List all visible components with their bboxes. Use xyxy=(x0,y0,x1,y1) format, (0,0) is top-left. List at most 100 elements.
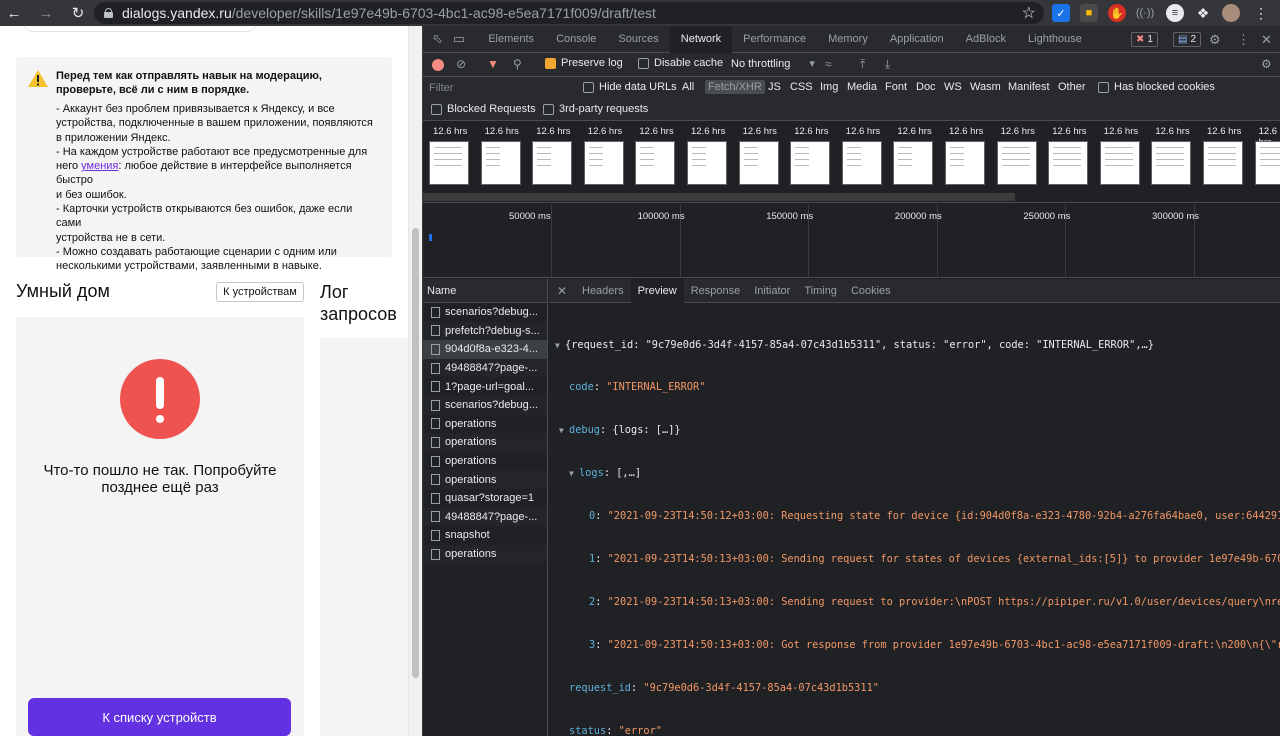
request-row[interactable]: 1?page-url=goal... xyxy=(423,377,547,396)
filmstrip-scrollbar[interactable] xyxy=(423,193,1015,201)
filter-all[interactable]: All xyxy=(682,81,694,93)
request-row[interactable]: operations xyxy=(423,415,547,434)
request-row[interactable]: operations xyxy=(423,544,547,564)
network-settings-gear-icon[interactable]: ⚙ xyxy=(1261,57,1272,71)
name-column-header[interactable]: Name xyxy=(423,279,547,303)
request-row[interactable]: scenarios?debug... xyxy=(423,303,547,322)
hide-data-urls-checkbox[interactable]: Hide data URLs xyxy=(583,81,677,93)
throttling-select[interactable]: No throttling ▾ xyxy=(731,57,815,71)
filmstrip-screenshot[interactable] xyxy=(1151,141,1192,185)
reload-icon[interactable]: ↻ xyxy=(64,0,92,26)
filter-ws[interactable]: WS xyxy=(944,81,962,93)
request-row[interactable]: prefetch?debug-s... xyxy=(423,321,547,341)
expand-triangle-icon[interactable]: ▼ xyxy=(559,424,569,438)
request-row[interactable]: operations xyxy=(423,452,547,471)
disable-cache-checkbox[interactable]: Disable cache xyxy=(638,57,723,69)
filter-input[interactable]: Filter xyxy=(429,80,569,96)
json-line[interactable]: ▼ debug: {logs: […]} xyxy=(555,423,1280,437)
network-conditions-icon[interactable]: ≈ xyxy=(825,57,832,71)
detail-tab-preview[interactable]: Preview xyxy=(630,278,684,303)
filter-wasm[interactable]: Wasm xyxy=(970,81,1001,93)
filter-font[interactable]: Font xyxy=(885,81,907,93)
tab-elements[interactable]: Elements xyxy=(477,26,545,53)
more-options-icon[interactable]: ⋮ xyxy=(1237,32,1250,48)
filmstrip-screenshot[interactable] xyxy=(893,141,934,185)
filmstrip-screenshot[interactable] xyxy=(687,141,727,185)
filmstrip-screenshot[interactable] xyxy=(1254,141,1280,185)
message-count-badge[interactable]: ▤ 2 xyxy=(1173,32,1202,47)
skills-link[interactable]: умения xyxy=(81,160,118,172)
error-count-badge[interactable]: ✖ 1 xyxy=(1131,32,1158,47)
extension-adblock-icon[interactable]: ✋ xyxy=(1108,4,1126,22)
tab-performance[interactable]: Performance xyxy=(732,26,817,53)
address-bar[interactable]: dialogs.yandex.ru/developer/skills/1e97e… xyxy=(94,2,1044,24)
filmstrip-screenshot[interactable] xyxy=(1048,141,1089,185)
filmstrip-screenshot[interactable] xyxy=(790,141,831,185)
checkbox[interactable] xyxy=(1098,81,1109,93)
extension-list-icon[interactable]: ≡ xyxy=(1166,4,1184,22)
back-icon[interactable]: ← xyxy=(0,0,28,26)
detail-tab-initiator[interactable]: Initiator xyxy=(747,279,797,303)
device-toolbar-icon[interactable]: ▭ xyxy=(453,31,465,47)
json-line[interactable]: ▼ logs: [,…] xyxy=(555,466,1280,480)
checkbox[interactable] xyxy=(543,103,554,115)
filmstrip-screenshot[interactable] xyxy=(945,141,985,185)
detail-tab-cookies[interactable]: Cookies xyxy=(844,279,898,303)
checkbox[interactable] xyxy=(583,81,594,93)
detail-tab-response[interactable]: Response xyxy=(684,279,748,303)
profile-avatar[interactable] xyxy=(1222,4,1240,22)
expand-triangle-icon[interactable]: ▼ xyxy=(555,339,565,353)
settings-gear-icon[interactable]: ⚙ xyxy=(1209,32,1221,48)
tab-console[interactable]: Console xyxy=(545,26,607,53)
filmstrip-screenshot[interactable] xyxy=(996,141,1037,185)
filmstrip-screenshot[interactable] xyxy=(841,141,882,185)
tab-lighthouse[interactable]: Lighthouse xyxy=(1017,26,1093,53)
close-devtools-icon[interactable]: ✕ xyxy=(1261,32,1272,48)
tab-adblock[interactable]: AdBlock xyxy=(955,26,1017,53)
tab-application[interactable]: Application xyxy=(879,26,955,53)
filmstrip-screenshot[interactable] xyxy=(635,141,676,185)
scrollbar-thumb[interactable] xyxy=(412,228,419,678)
inspect-element-icon[interactable]: ⬁ xyxy=(432,31,443,47)
filter-fetch-xhr[interactable]: Fetch/XHR xyxy=(705,80,765,94)
extension-check-icon[interactable]: ✓ xyxy=(1052,4,1070,22)
tab-memory[interactable]: Memory xyxy=(817,26,879,53)
extension-color-icon[interactable]: ■ xyxy=(1080,4,1098,22)
export-har-icon[interactable]: ⤓ xyxy=(885,57,890,72)
request-row[interactable]: snapshot xyxy=(423,526,547,545)
search-icon[interactable]: ⚲ xyxy=(513,57,522,71)
tab-sources[interactable]: Sources xyxy=(607,26,669,53)
detail-tab-timing[interactable]: Timing xyxy=(797,279,844,303)
to-devices-button[interactable]: К устройствам xyxy=(216,282,304,302)
filmstrip-screenshot[interactable] xyxy=(532,141,573,185)
filmstrip-screenshot[interactable] xyxy=(1203,141,1243,185)
third-party-checkbox[interactable]: 3rd-party requests xyxy=(543,103,648,115)
json-root-line[interactable]: ▼ {request_id: "9c79e0d6-3d4f-4157-85a4-0… xyxy=(555,338,1280,352)
record-icon[interactable] xyxy=(432,59,444,71)
filter-js[interactable]: JS xyxy=(768,81,781,93)
filter-manifest[interactable]: Manifest xyxy=(1008,81,1050,93)
request-row[interactable]: operations xyxy=(423,470,547,489)
request-row[interactable]: 49488847?page-... xyxy=(423,507,547,527)
filter-icon[interactable]: ▼ xyxy=(487,57,499,71)
request-row[interactable]: scenarios?debug... xyxy=(423,395,547,415)
preserve-log-checkbox[interactable]: Preserve log xyxy=(545,57,623,69)
detail-tab-headers[interactable]: Headers xyxy=(575,279,631,303)
filmstrip-screenshot[interactable] xyxy=(583,141,624,185)
filmstrip-screenshot[interactable] xyxy=(738,141,779,185)
filter-other[interactable]: Other xyxy=(1058,81,1086,93)
request-row[interactable]: quasar?storage=1 xyxy=(423,489,547,508)
tab-network[interactable]: Network xyxy=(669,25,733,53)
filter-media[interactable]: Media xyxy=(847,81,877,93)
import-har-icon[interactable]: ⤒ xyxy=(860,57,865,72)
expand-triangle-icon[interactable]: ▼ xyxy=(569,467,579,481)
checkbox[interactable] xyxy=(638,57,649,69)
checkbox-checked[interactable] xyxy=(545,57,556,69)
filmstrip-screenshot[interactable] xyxy=(1099,141,1140,185)
filter-css[interactable]: CSS xyxy=(790,81,813,93)
extension-broadcast-icon[interactable]: ((·)) xyxy=(1136,4,1154,22)
filter-doc[interactable]: Doc xyxy=(916,81,936,93)
checkbox[interactable] xyxy=(431,103,442,115)
request-row[interactable]: 904d0f8a-e323-4... xyxy=(423,340,547,359)
filmstrip-screenshot[interactable] xyxy=(480,141,521,185)
